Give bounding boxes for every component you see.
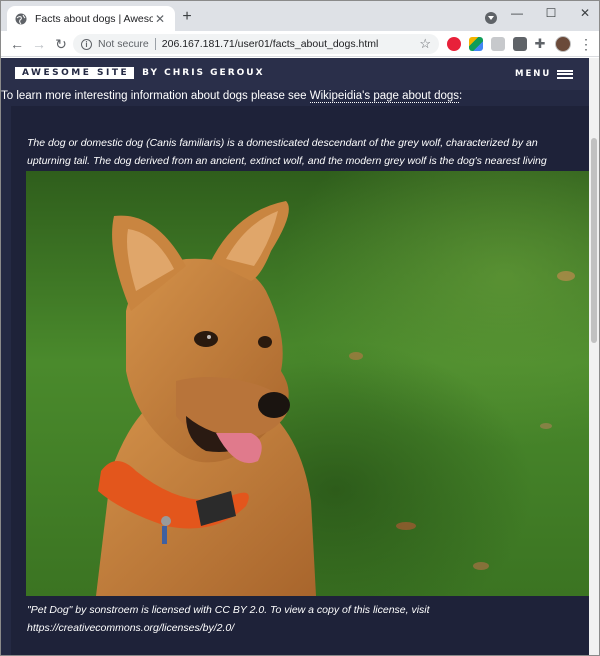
intro-text: To learn more interesting information ab… [1,90,310,102]
forward-arrow-icon[interactable]: → [31,36,47,52]
grid-extension-icon[interactable] [513,37,527,51]
scrollbar-thumb[interactable] [591,138,597,343]
wikipedia-link[interactable]: Wikipeidia's page about dogs [309,90,460,103]
tab-strip: Facts about dogs | Awesome Site ✕ + — ☐ … [1,1,599,31]
back-arrow-icon[interactable]: ← [9,36,25,52]
kebab-menu-icon[interactable]: ⋮ [579,36,593,52]
new-tab-button[interactable]: + [179,9,195,25]
globe-icon [15,13,27,24]
puzzle-extensions-icon[interactable]: ✚ [533,37,547,51]
dog-photo [26,171,589,596]
url-text[interactable]: 206.167.181.71/user01/facts_about_dogs.h… [162,38,420,50]
close-tab-icon[interactable]: ✕ [153,12,167,26]
opera-extension-icon[interactable] [447,37,461,51]
maximize-icon[interactable]: ☐ [541,5,561,21]
logo-byline: BY CHRIS GEROUX [142,68,265,78]
tab-title: Facts about dogs | Awesome Site [35,12,153,25]
menu-label[interactable]: MENU [515,69,551,79]
license-text: "Pet Dog" by sonstroem is licensed with … [27,604,430,634]
minimize-icon[interactable]: — [507,5,527,21]
logo-text[interactable]: AWESOME SITE [15,67,135,79]
profile-avatar[interactable] [555,36,571,52]
browser-window: Facts about dogs | Awesome Site ✕ + — ☐ … [0,0,600,656]
page-viewport: AWESOME SITE BY CHRIS GEROUX MENU To lea… [1,58,599,655]
hamburger-icon[interactable] [557,69,574,79]
tab-search-icon[interactable] [485,12,497,24]
intro-paragraph: To learn more interesting information ab… [1,90,463,103]
browser-tab[interactable]: Facts about dogs | Awesome Site ✕ [7,6,175,31]
omnibox-divider [154,38,156,50]
site-header: AWESOME SITE BY CHRIS GEROUX MENU [1,58,599,90]
colorful-extension-icon[interactable] [469,37,483,51]
address-bar[interactable]: i Not secure 206.167.181.71/user01/facts… [73,34,439,54]
browser-toolbar: ← → ↻ i Not secure 206.167.181.71/user01… [1,31,599,57]
content-panel: The dog or domestic dog (Canis familiari… [11,106,589,655]
window-close-icon[interactable]: ✕ [575,5,595,21]
menu-button[interactable]: MENU [515,69,574,79]
info-icon[interactable]: i [81,38,92,50]
page-scrollbar[interactable] [589,58,599,655]
reload-icon[interactable]: ↻ [53,36,69,52]
security-label: Not secure [98,38,149,50]
site-logo[interactable]: AWESOME SITE BY CHRIS GEROUX [15,67,265,79]
b-extension-icon[interactable] [491,37,505,51]
intro-colon: : [459,90,463,102]
star-icon[interactable]: ☆ [419,36,431,52]
